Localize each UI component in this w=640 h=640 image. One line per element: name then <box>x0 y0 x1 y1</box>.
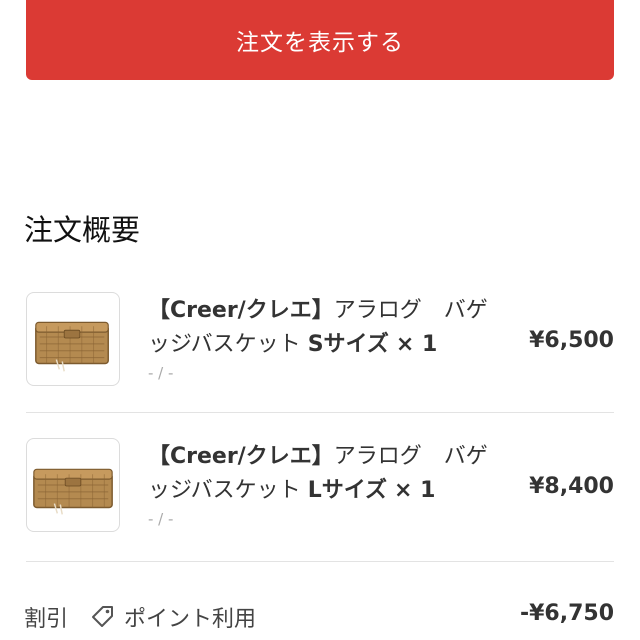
product-thumbnail[interactable] <box>26 292 120 386</box>
discount-amount: -¥6,750 <box>519 601 614 626</box>
order-summary-title: 注文概要 <box>24 213 141 247</box>
order-item: 【Creer/クレエ】アラログ バゲッジバスケット Lサイズ × 1 - / -… <box>26 438 614 534</box>
product-title[interactable]: 【Creer/クレエ】アラログ バゲッジバスケット Lサイズ × 1 <box>148 440 508 508</box>
divider <box>26 561 614 562</box>
divider <box>26 412 614 413</box>
product-price: ¥8,400 <box>529 474 614 499</box>
product-variant: - / - <box>148 364 174 382</box>
points-usage-label: ポイント利用 <box>124 607 257 632</box>
product-title[interactable]: 【Creer/クレエ】アラログ バゲッジバスケット Sサイズ × 1 <box>148 294 508 362</box>
order-item: 【Creer/クレエ】アラログ バゲッジバスケット Sサイズ × 1 - / -… <box>26 292 614 388</box>
tag-icon <box>90 604 116 630</box>
product-thumbnail[interactable] <box>26 438 120 532</box>
discount-label: 割引 <box>24 607 69 632</box>
product-price: ¥6,500 <box>529 328 614 353</box>
view-order-button[interactable]: 注文を表示する <box>26 0 614 80</box>
product-variant: - / - <box>148 510 174 528</box>
